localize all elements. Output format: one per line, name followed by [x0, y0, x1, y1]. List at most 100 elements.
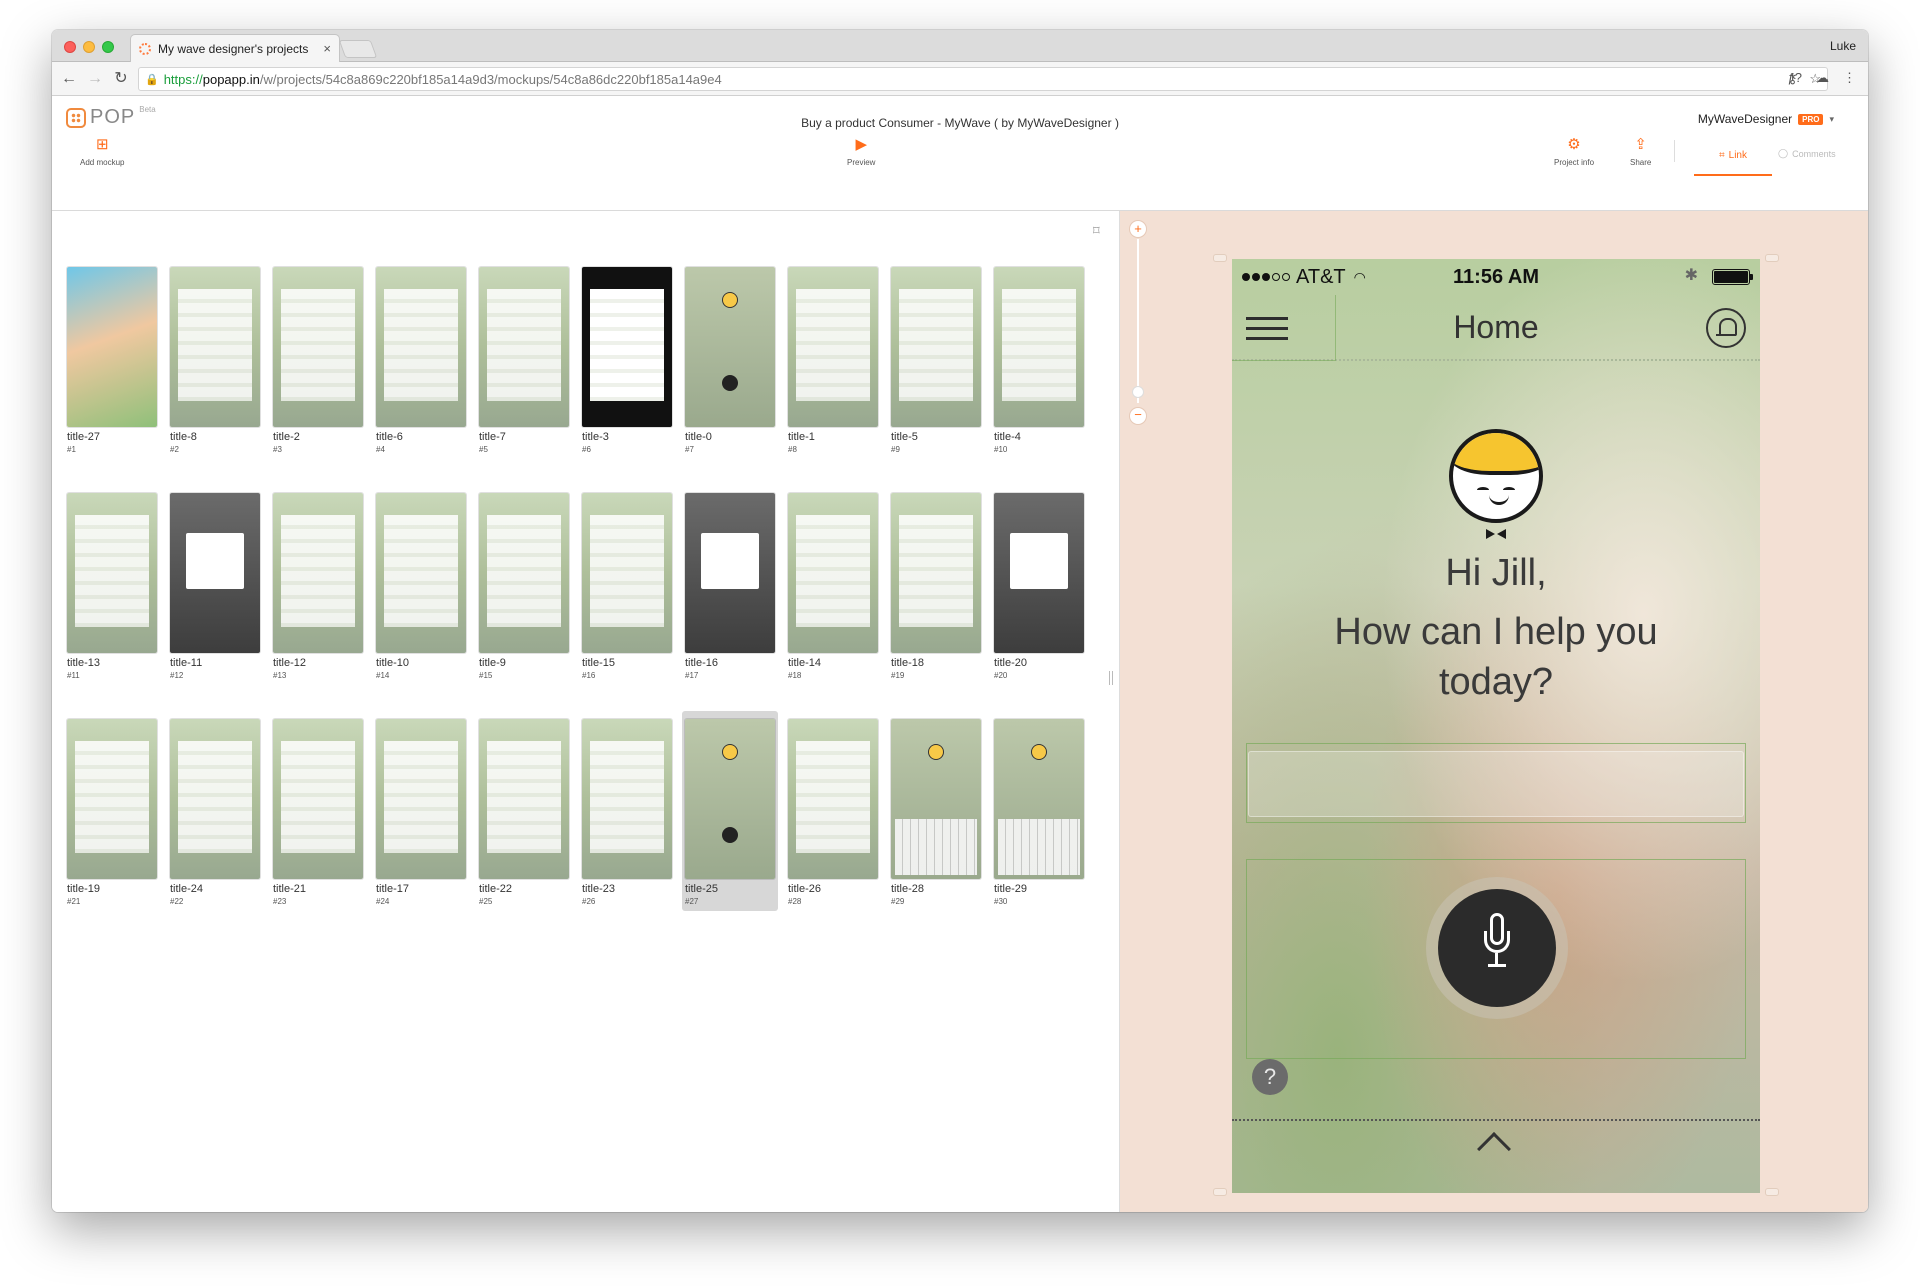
mockup-thumbnail[interactable]: title-27 #1	[64, 259, 160, 459]
mockup-number: #2	[170, 445, 179, 454]
mockup-thumbnail[interactable]: title-12 #13	[270, 485, 366, 685]
mockup-thumbnail-image	[685, 493, 775, 653]
mockup-thumbnail-image	[685, 719, 775, 879]
mockup-thumbnail-image	[582, 267, 672, 427]
pro-badge: PRO	[1798, 113, 1824, 125]
mockup-thumbnail[interactable]: title-17 #24	[373, 711, 469, 911]
mockup-thumbnail-image	[582, 493, 672, 653]
tab-strip: My wave designer's projects × Luke	[52, 30, 1868, 62]
mockup-thumbnail[interactable]: title-25 #27	[682, 711, 778, 911]
corner-handle[interactable]	[1766, 1189, 1778, 1195]
back-icon[interactable]: ←	[58, 68, 80, 90]
reload-icon[interactable]: ↻	[110, 68, 132, 90]
mockup-title: title-7	[479, 431, 506, 443]
mockup-title: title-2	[273, 431, 300, 443]
mockup-thumbnail[interactable]: title-29 #30	[991, 711, 1087, 911]
address-bar[interactable]: 🔒 https://popapp.in/w/projects/54c8a869c…	[138, 67, 1828, 91]
status-time: 11:56 AM	[1453, 265, 1539, 288]
corner-handle[interactable]	[1214, 1189, 1226, 1195]
mockup-thumbnail[interactable]: title-10 #14	[373, 485, 469, 685]
mockup-thumbnail-image	[788, 267, 878, 427]
bluetooth-icon: ✱	[1684, 267, 1698, 284]
avatar-eye	[1503, 487, 1515, 493]
mockup-thumbnail[interactable]: title-21 #23	[270, 711, 366, 911]
mockup-thumbnail[interactable]: title-19 #21	[64, 711, 160, 911]
project-info-label: Project info	[1554, 158, 1595, 167]
forward-icon[interactable]: →	[84, 68, 106, 90]
input-hotspot[interactable]	[1246, 743, 1746, 823]
help-icon[interactable]: ?	[1252, 1059, 1288, 1095]
mockup-thumbnail[interactable]: title-20 #20	[991, 485, 1087, 685]
zoom-slider-handle[interactable]	[1133, 387, 1143, 397]
minimize-window-button[interactable]	[83, 41, 95, 53]
mockup-number: #4	[376, 445, 385, 454]
mockup-thumbnail-image	[891, 267, 981, 427]
zoom-out-button[interactable]: −	[1130, 408, 1146, 424]
mockup-number: #30	[994, 897, 1008, 906]
mockup-thumbnail[interactable]: title-23 #26	[579, 711, 675, 911]
mockup-thumbnail[interactable]: title-18 #19	[888, 485, 984, 685]
more-menu-icon[interactable]: ⋮	[1843, 70, 1856, 86]
mockup-thumbnail[interactable]: title-6 #4	[373, 259, 469, 459]
mockup-number: #16	[582, 671, 596, 680]
mockup-title: title-28	[891, 883, 925, 895]
preview-button[interactable]: ▶ Preview	[847, 136, 875, 167]
panel-resize-handle[interactable]	[1109, 671, 1113, 685]
link-tab[interactable]: ⌗ Link	[1694, 136, 1772, 176]
comments-label: Comments	[1792, 148, 1836, 159]
mockup-thumbnail[interactable]: title-11 #12	[167, 485, 263, 685]
zoom-slider-track[interactable]	[1137, 239, 1139, 403]
corner-handle[interactable]	[1214, 255, 1226, 261]
bell-icon[interactable]	[1706, 308, 1746, 348]
app-header: POP Beta Buy a product Consumer - MyWave…	[52, 96, 1868, 211]
mockup-thumbnail[interactable]: title-8 #2	[167, 259, 263, 459]
mockup-thumbnail[interactable]: title-1 #8	[785, 259, 881, 459]
mockup-thumbnail[interactable]: title-16 #17	[682, 485, 778, 685]
mockup-thumbnail-image	[479, 267, 569, 427]
mockup-thumbnail[interactable]: title-22 #25	[476, 711, 572, 911]
preview-label: Preview	[847, 158, 876, 167]
mockup-thumbnail[interactable]: title-2 #3	[270, 259, 366, 459]
mockup-title: title-9	[479, 657, 506, 669]
close-window-button[interactable]	[64, 41, 76, 53]
mockup-thumbnail[interactable]: title-14 #18	[785, 485, 881, 685]
chevron-up-icon[interactable]	[1477, 1132, 1511, 1166]
project-info-button[interactable]: ⚙ Project info	[1554, 136, 1594, 167]
mockup-thumbnail[interactable]: title-15 #16	[579, 485, 675, 685]
mockup-thumbnail-image	[170, 267, 260, 427]
add-mockup-button[interactable]: ⊞ Add mockup	[80, 136, 124, 167]
comments-tab[interactable]: ◯ Comments	[1778, 148, 1836, 159]
corner-handle[interactable]	[1766, 255, 1778, 261]
mockup-thumbnail[interactable]: title-26 #28	[785, 711, 881, 911]
share-button[interactable]: ⇪ Share	[1630, 136, 1651, 167]
mockup-thumbnail[interactable]: title-28 #29	[888, 711, 984, 911]
fx-extension-icon[interactable]: ƒ?	[1788, 70, 1802, 86]
url-scheme: https://	[163, 71, 203, 87]
beta-label: Beta	[139, 105, 156, 114]
mockup-thumbnail-image	[376, 719, 466, 879]
browser-tab[interactable]: My wave designer's projects ×	[130, 34, 340, 62]
mockup-thumbnail[interactable]: title-3 #6	[579, 259, 675, 459]
mockup-number: #10	[994, 445, 1008, 454]
mockup-thumbnail-image	[891, 493, 981, 653]
mockup-number: #18	[788, 671, 802, 680]
zoom-window-button[interactable]	[102, 41, 114, 53]
mockup-title: title-0	[685, 431, 712, 443]
zoom-in-button[interactable]: +	[1130, 221, 1146, 237]
mockup-thumbnail[interactable]: title-0 #7	[682, 259, 778, 459]
mockup-number: #24	[376, 897, 390, 906]
avatar-smile	[1489, 495, 1509, 505]
tab-close-icon[interactable]: ×	[323, 41, 331, 56]
profile-name[interactable]: Luke	[1830, 39, 1856, 53]
bookmark-icon[interactable]: ⌑	[1093, 223, 1100, 239]
mockup-thumbnail[interactable]: title-4 #10	[991, 259, 1087, 459]
mockup-thumbnail[interactable]: title-13 #11	[64, 485, 160, 685]
mockup-thumbnail[interactable]: title-9 #15	[476, 485, 572, 685]
account-menu[interactable]: MyWaveDesigner PRO ▾	[1698, 112, 1834, 126]
cloud-extension-icon[interactable]: ☁	[1816, 70, 1829, 86]
mockup-thumbnail[interactable]: title-24 #22	[167, 711, 263, 911]
mockup-thumbnail[interactable]: title-5 #9	[888, 259, 984, 459]
new-tab-button[interactable]	[338, 40, 378, 58]
mockup-thumbnail[interactable]: title-7 #5	[476, 259, 572, 459]
bottom-divider	[1232, 1119, 1760, 1121]
